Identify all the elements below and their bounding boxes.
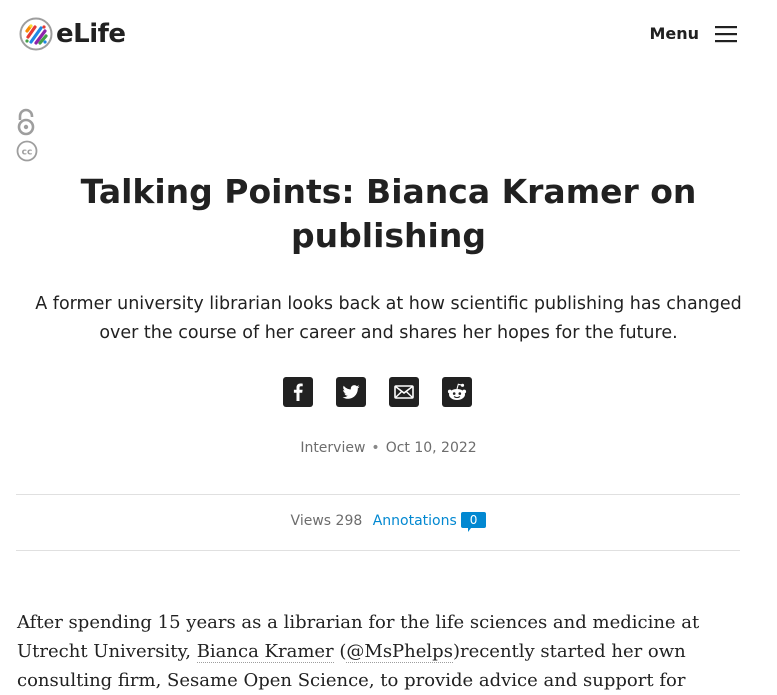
article-date: Oct 10, 2022 (385, 440, 477, 456)
share-links (283, 377, 472, 407)
divider-bottom (16, 550, 740, 551)
share-twitter-button[interactable] (336, 377, 366, 407)
annotations-link[interactable]: Annotations 0 (372, 512, 487, 532)
twitter-icon (342, 385, 360, 399)
annotations-label: Annotations (372, 513, 457, 529)
impact-statement: A former university librarian looks back… (35, 294, 742, 343)
site-header: eLife Menu (0, 0, 777, 70)
author-link[interactable]: Bianca Kramer (196, 641, 334, 663)
license-icons: cc (16, 108, 38, 162)
cc-label: cc (22, 148, 33, 158)
share-facebook-button[interactable] (283, 377, 313, 407)
article-type[interactable]: Interview (300, 440, 365, 456)
facebook-icon (293, 383, 303, 401)
article-meta: Interview • Oct 10, 2022 (0, 438, 777, 458)
body-text-part-2: ( (333, 641, 347, 662)
article-title: Talking Points: Bianca Kramer on publish… (80, 172, 697, 255)
email-icon (394, 385, 414, 399)
elife-logo-mark-icon (19, 17, 53, 51)
article-metrics: Views 298 Annotations 0 (0, 511, 777, 532)
annotations-count-badge: 0 (460, 512, 487, 532)
divider-top (16, 494, 740, 495)
menu-button[interactable]: Menu (649, 24, 737, 43)
meta-separator: • (371, 440, 380, 456)
elife-logo[interactable]: eLife (19, 17, 126, 51)
hamburger-icon (715, 25, 737, 42)
share-email-button[interactable] (389, 377, 419, 407)
creative-commons-icon[interactable]: cc (16, 140, 38, 162)
twitter-handle-link[interactable]: @MsPhelps (346, 641, 453, 663)
menu-label: Menu (649, 24, 699, 43)
views-count: 298 (335, 513, 363, 529)
views-label: Views (290, 513, 332, 529)
share-reddit-button[interactable] (442, 377, 472, 407)
logo-text: eLife (56, 19, 126, 49)
article-body-paragraph: After spending 15 years as a librarian f… (17, 608, 747, 695)
reddit-icon (447, 383, 467, 400)
open-access-icon[interactable] (16, 108, 36, 136)
